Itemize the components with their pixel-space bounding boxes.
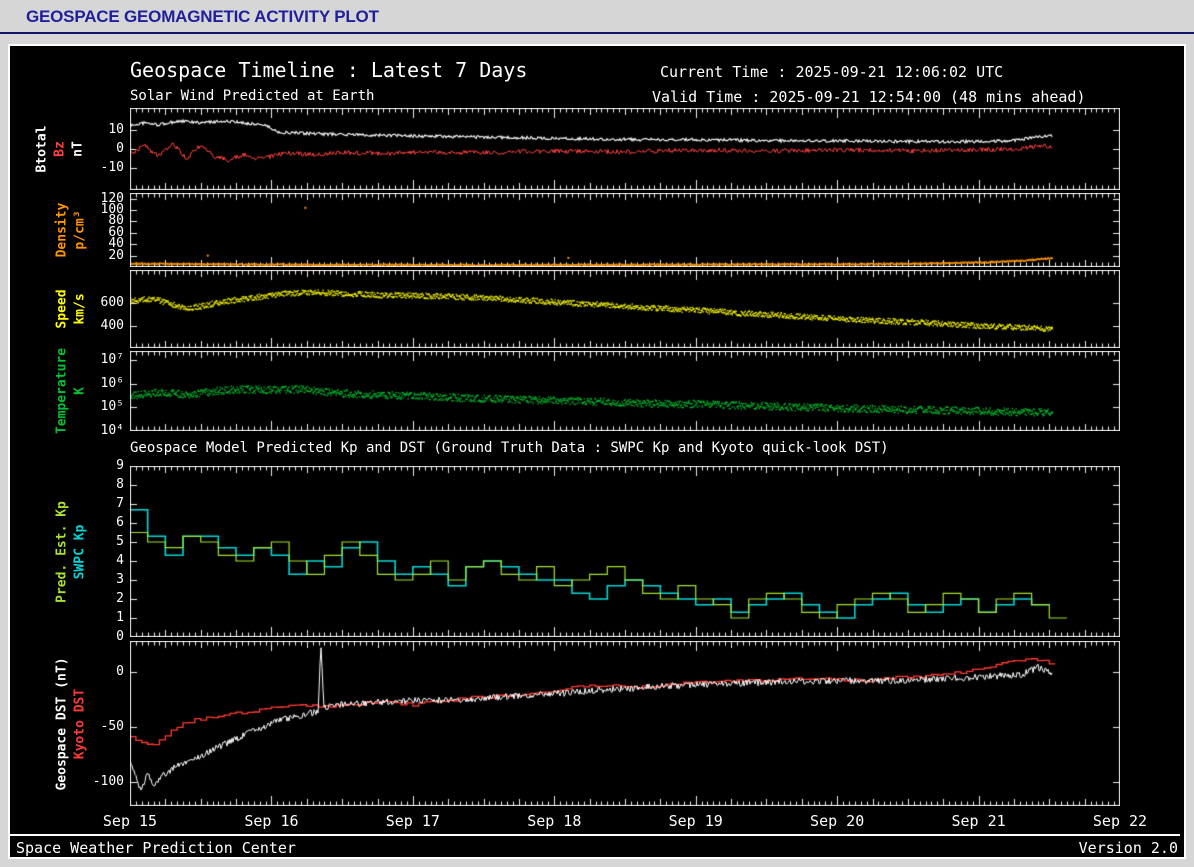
y-tick-label-kp: 2 [78,591,124,607]
valid-time-label: Valid Time : 2025-09-21 12:54:00 (48 min… [652,88,1085,106]
current-time-label: Current Time : 2025-09-21 12:06:02 UTC [660,63,1003,81]
footer-credit: Space Weather Prediction Center [16,839,296,857]
axis-label-kp-0: Pred. Est. Kp [55,501,70,603]
panel-canvas-kp [130,466,1120,637]
axis-label-imf-0: Btotal [35,126,50,173]
x-axis-label: Sep 15 [103,812,157,830]
page-title: GEOSPACE GEOMAGNETIC ACTIVITY PLOT [26,7,379,26]
axis-label-imf-1: Bz [53,141,68,157]
x-axis-label: Sep 17 [386,812,440,830]
axis-label-speed-1: km/s [73,293,88,324]
y-tick-label-imf: 10 [78,122,124,138]
x-axis-label: Sep 16 [244,812,298,830]
panel-canvas-imf [130,108,1120,190]
y-tick-label-imf: -10 [78,160,124,176]
panel-canvas-temperature [130,351,1120,431]
axis-label-density-1: p/cm³ [73,210,88,249]
axis-label-speed-0: Speed [55,289,70,328]
y-tick-label-dst: -100 [78,774,124,790]
x-axis-label: Sep 22 [1093,812,1147,830]
header-divider [0,32,1194,34]
y-tick-label-kp: 9 [78,458,124,474]
panel-canvas-density [130,193,1120,267]
axis-label-dst-1: Kyoto DST [73,688,88,758]
x-axis-label: Sep 19 [669,812,723,830]
axis-label-dst-0: Geospace DST (nT) [55,657,70,790]
y-tick-label-density: 20 [78,248,124,264]
plot-title: Geospace Timeline : Latest 7 Days [130,58,527,82]
footer-divider [10,834,1180,836]
page-header: GEOSPACE GEOMAGNETIC ACTIVITY PLOT [0,0,1194,32]
y-tick-label-kp: 7 [78,496,124,512]
axis-label-imf-2: nT [71,141,86,157]
y-tick-label-kp: 8 [78,477,124,493]
y-tick-label-dst: 0 [78,664,124,680]
x-axis-label: Sep 21 [951,812,1005,830]
geospace-plot: Geospace Timeline : Latest 7 Days Curren… [8,44,1186,859]
axis-label-temperature-1: K [73,387,88,395]
axis-label-density-0: Density [55,203,70,258]
y-tick-label-temperature: 10⁴ [78,423,124,439]
x-axis-label: Sep 18 [527,812,581,830]
x-axis-label: Sep 20 [810,812,864,830]
y-tick-label-kp: 1 [78,610,124,626]
panel-canvas-dst [130,641,1120,806]
plot-subtitle: Solar Wind Predicted at Earth [130,88,374,104]
y-tick-label-temperature: 10⁷ [78,352,124,368]
axis-label-temperature-0: Temperature [55,348,70,434]
kp-dst-section-title: Geospace Model Predicted Kp and DST (Gro… [130,440,889,456]
y-tick-label-temperature: 10⁵ [78,399,124,415]
axis-label-kp-1: SWPC Kp [73,524,88,579]
version-label: Version 2.0 [1079,839,1178,857]
y-tick-label-kp: 0 [78,629,124,645]
panel-canvas-speed [130,270,1120,348]
